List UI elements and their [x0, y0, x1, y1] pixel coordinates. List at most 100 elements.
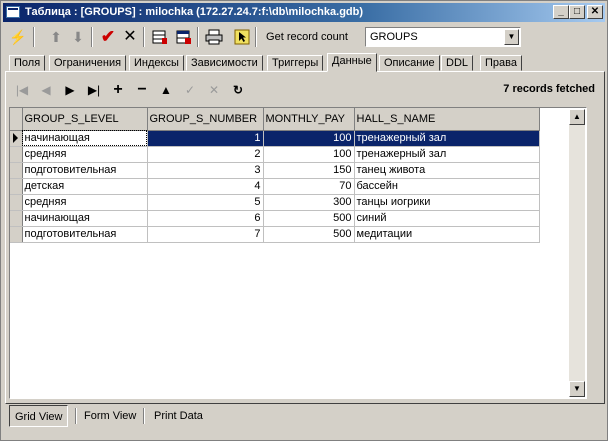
grid-cell[interactable]: начинающая	[22, 210, 148, 227]
edit-record-icon[interactable]: ▲	[155, 79, 177, 101]
row-indicator[interactable]	[10, 226, 23, 243]
column-header[interactable]: GROUP_S_NUMBER	[147, 108, 264, 131]
close-button[interactable]: ✕	[587, 5, 603, 19]
grid-cell[interactable]: 70	[263, 178, 355, 195]
grid-calendar-icon[interactable]	[173, 26, 195, 48]
grid-cell[interactable]: подготовительная	[22, 162, 148, 179]
grid-cell[interactable]: 4	[147, 178, 264, 195]
grid-cell[interactable]: 5	[147, 194, 264, 211]
form-view-tab[interactable]: Form View	[79, 405, 141, 427]
grid-export-icon[interactable]	[149, 26, 171, 48]
grid-cell[interactable]: подготовительная	[22, 226, 148, 243]
table-row[interactable]: подготовительная 3 150 танец живота	[10, 162, 540, 179]
toolbar-separator	[91, 27, 93, 47]
tab-ddl[interactable]: DDL	[441, 55, 474, 71]
cancel-edit-icon[interactable]: ✕	[203, 79, 225, 101]
next-record-icon[interactable]: ▶	[59, 79, 81, 101]
post-edit-icon[interactable]: ✓	[179, 79, 201, 101]
tab-constraints[interactable]: Ограничения	[49, 55, 127, 71]
row-indicator[interactable]	[10, 162, 23, 179]
row-indicator-header	[10, 108, 23, 131]
row-indicator[interactable]	[10, 146, 23, 163]
grid-cell[interactable]: танцы иогрики	[354, 194, 540, 211]
print-data-tab[interactable]: Print Data	[149, 405, 208, 427]
column-header[interactable]: MONTHLY_PAY	[263, 108, 355, 131]
grid-cell[interactable]: тренажерный зал	[354, 146, 540, 163]
grid-cell[interactable]: тренажерный зал	[354, 130, 540, 147]
table-row[interactable]: начинающая 1 100 тренажерный зал	[10, 130, 540, 147]
print-icon[interactable]	[203, 26, 225, 48]
row-indicator[interactable]	[10, 178, 23, 195]
insert-record-icon[interactable]: +	[107, 79, 129, 101]
grid-cell[interactable]: танец живота	[354, 162, 540, 179]
grid-cell[interactable]: медитации	[354, 226, 540, 243]
grid-cell[interactable]: бассейн	[354, 178, 540, 195]
grid-cell[interactable]: средняя	[22, 194, 148, 211]
grid-cell[interactable]: начинающая	[22, 130, 148, 147]
column-header[interactable]: HALL_S_NAME	[354, 108, 540, 131]
arrow-up-icon[interactable]: ⬆	[45, 26, 67, 48]
table-row[interactable]: начинающая 6 500 синий	[10, 210, 540, 227]
table-row[interactable]: детская 4 70 бассейн	[10, 178, 540, 195]
rollback-x-icon[interactable]: ✕	[119, 26, 141, 48]
chevron-down-icon[interactable]: ▼	[504, 29, 519, 45]
get-record-count-button[interactable]: Get record count	[259, 27, 355, 47]
tab-description[interactable]: Описание	[379, 55, 440, 71]
grid-cell[interactable]: средняя	[22, 146, 148, 163]
table-selector-combo[interactable]: GROUPS ▼	[365, 27, 521, 47]
row-indicator[interactable]	[10, 210, 23, 227]
first-record-icon[interactable]: |◀	[11, 79, 33, 101]
vertical-scrollbar[interactable]: ▲ ▼	[569, 109, 585, 397]
tab-indexes[interactable]: Индексы	[129, 55, 184, 71]
table-window: Таблица : [GROUPS] : milochka (172.27.24…	[0, 0, 608, 441]
toolbar: ⚡ ⬆ ⬇ ✔ ✕ Get record count GROUPS ▼	[3, 25, 605, 51]
background-window-edge	[608, 0, 614, 441]
tab-dependencies[interactable]: Зависимости	[186, 55, 263, 71]
view-tab-separator	[143, 408, 145, 424]
tab-data[interactable]: Данные	[327, 53, 377, 72]
grid-header-row: GROUP_S_LEVEL GROUP_S_NUMBER MONTHLY_PAY…	[10, 108, 540, 131]
delete-record-icon[interactable]: −	[131, 79, 153, 101]
cursor-icon[interactable]	[231, 26, 253, 48]
title-bar[interactable]: Таблица : [GROUPS] : milochka (172.27.24…	[3, 3, 605, 22]
lightning-icon[interactable]: ⚡	[7, 26, 29, 48]
grid-cell[interactable]: 100	[263, 146, 355, 163]
refresh-icon[interactable]: ↻	[227, 79, 249, 101]
commit-check-icon[interactable]: ✔	[97, 26, 119, 48]
table-row[interactable]: подготовительная 7 500 медитации	[10, 226, 540, 243]
data-grid[interactable]: GROUP_S_LEVEL GROUP_S_NUMBER MONTHLY_PAY…	[9, 107, 587, 399]
table-window-icon	[6, 6, 20, 18]
prior-record-icon[interactable]: ◀	[35, 79, 57, 101]
arrow-down-icon[interactable]: ⬇	[67, 26, 89, 48]
grid-cell[interactable]: 6	[147, 210, 264, 227]
grid-cell[interactable]: синий	[354, 210, 540, 227]
row-indicator[interactable]	[10, 130, 23, 147]
minimize-button[interactable]: _	[553, 5, 569, 19]
grid-cell[interactable]: 300	[263, 194, 355, 211]
grid-cell[interactable]: 500	[263, 226, 355, 243]
toolbar-separator	[255, 27, 257, 47]
records-fetched-status: 7 records fetched	[503, 83, 595, 95]
tab-triggers[interactable]: Триггеры	[267, 55, 324, 71]
grid-cell[interactable]: 3	[147, 162, 264, 179]
grid-view-tab[interactable]: Grid View	[9, 405, 69, 427]
scroll-up-icon[interactable]: ▲	[569, 109, 585, 125]
grid-cell[interactable]: детская	[22, 178, 148, 195]
grid-cell[interactable]: 150	[263, 162, 355, 179]
window-title: Таблица : [GROUPS] : milochka (172.27.24…	[25, 6, 364, 18]
toolbar-separator	[197, 27, 199, 47]
row-indicator[interactable]	[10, 194, 23, 211]
grid-cell[interactable]: 2	[147, 146, 264, 163]
maximize-button[interactable]: □	[569, 5, 585, 19]
last-record-icon[interactable]: ▶|	[83, 79, 105, 101]
scroll-down-icon[interactable]: ▼	[569, 381, 585, 397]
column-header[interactable]: GROUP_S_LEVEL	[22, 108, 148, 131]
table-row[interactable]: средняя 5 300 танцы иогрики	[10, 194, 540, 211]
tab-permissions[interactable]: Права	[480, 55, 522, 71]
grid-cell[interactable]: 1	[147, 130, 264, 147]
tab-fields[interactable]: Поля	[9, 55, 46, 71]
grid-cell[interactable]: 100	[263, 130, 355, 147]
grid-cell[interactable]: 500	[263, 210, 355, 227]
table-row[interactable]: средняя 2 100 тренажерный зал	[10, 146, 540, 163]
grid-cell[interactable]: 7	[147, 226, 264, 243]
